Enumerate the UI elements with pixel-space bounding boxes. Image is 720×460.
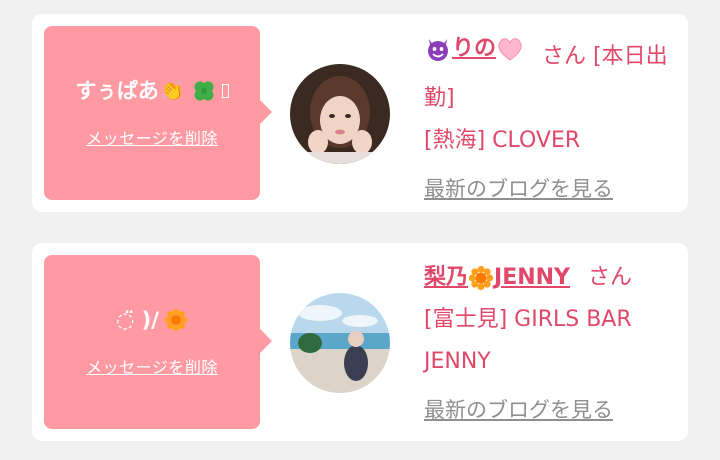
profile-name: りの: [452, 36, 497, 61]
clover-icon: [194, 81, 214, 101]
shop-text: [富士見] GIRLS BAR JENNY: [424, 307, 632, 374]
message-text: ◌̈ )/: [116, 306, 188, 334]
message-label: ◌̈ )/: [116, 308, 159, 332]
shop-text: [熱海] CLOVER: [424, 128, 581, 153]
honorific: さん: [587, 265, 632, 290]
latest-blog-link[interactable]: 最新のブログを見る: [424, 389, 613, 431]
profile-name-link[interactable]: りの: [424, 28, 524, 70]
message-bubble: すぅぱあ 👏 メッセージを削除: [44, 26, 272, 200]
unknown-glyph-icon: [221, 84, 229, 98]
profile-name-link[interactable]: 梨乃 JENNY: [424, 257, 570, 299]
avatar[interactable]: [290, 64, 390, 164]
message-label: すぅぱあ: [75, 79, 159, 103]
profile-name: 梨乃: [424, 265, 469, 290]
message-card: ◌̈ )/ メッセージを削除 梨乃 JENNY さん [富士見] GIRLS B…: [32, 243, 688, 441]
heart-icon: [498, 38, 522, 61]
message-text: すぅぱあ 👏: [75, 77, 229, 105]
profile-info: りの さん [本日出勤] [熱海] CLOVER 最新のブログを見る: [424, 28, 674, 211]
devil-icon: [428, 39, 448, 61]
clap-icon: 👏: [160, 80, 185, 102]
delete-message-link[interactable]: メッセージを削除: [86, 354, 218, 378]
flower-icon: [164, 308, 188, 332]
profile-name-suffix: JENNY: [494, 265, 570, 290]
avatar[interactable]: [290, 293, 390, 393]
message-card: すぅぱあ 👏 メッセージを削除 りの さん [本日出勤] [熱海] CLOVER…: [32, 14, 688, 212]
profile-info: 梨乃 JENNY さん [富士見] GIRLS BAR JENNY 最新のブログ…: [424, 257, 674, 432]
delete-message-link[interactable]: メッセージを削除: [86, 125, 218, 149]
latest-blog-link[interactable]: 最新のブログを見る: [424, 168, 613, 210]
sunflower-icon: [468, 265, 494, 291]
honorific: さん: [542, 44, 587, 69]
message-bubble: ◌̈ )/ メッセージを削除: [44, 255, 272, 429]
